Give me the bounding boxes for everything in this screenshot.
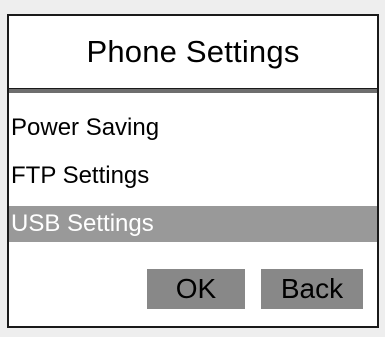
ok-button[interactable]: OK — [147, 269, 245, 309]
menu-item-usb-settings[interactable]: USB Settings — [9, 206, 377, 242]
menu-item-ftp-settings[interactable]: FTP Settings — [9, 158, 377, 194]
menu-item-power-saving[interactable]: Power Saving — [9, 110, 377, 146]
menu-item-label: USB Settings — [11, 210, 154, 237]
back-button[interactable]: Back — [261, 269, 363, 309]
title-bar: Phone Settings — [9, 16, 377, 88]
title-divider — [9, 88, 377, 93]
menu-item-label: FTP Settings — [11, 162, 150, 189]
page-title: Phone Settings — [86, 34, 300, 69]
settings-screen: Phone Settings Power Saving FTP Settings… — [7, 14, 379, 328]
device-frame: Phone Settings Power Saving FTP Settings… — [0, 0, 385, 337]
menu-item-label: Power Saving — [11, 114, 160, 141]
